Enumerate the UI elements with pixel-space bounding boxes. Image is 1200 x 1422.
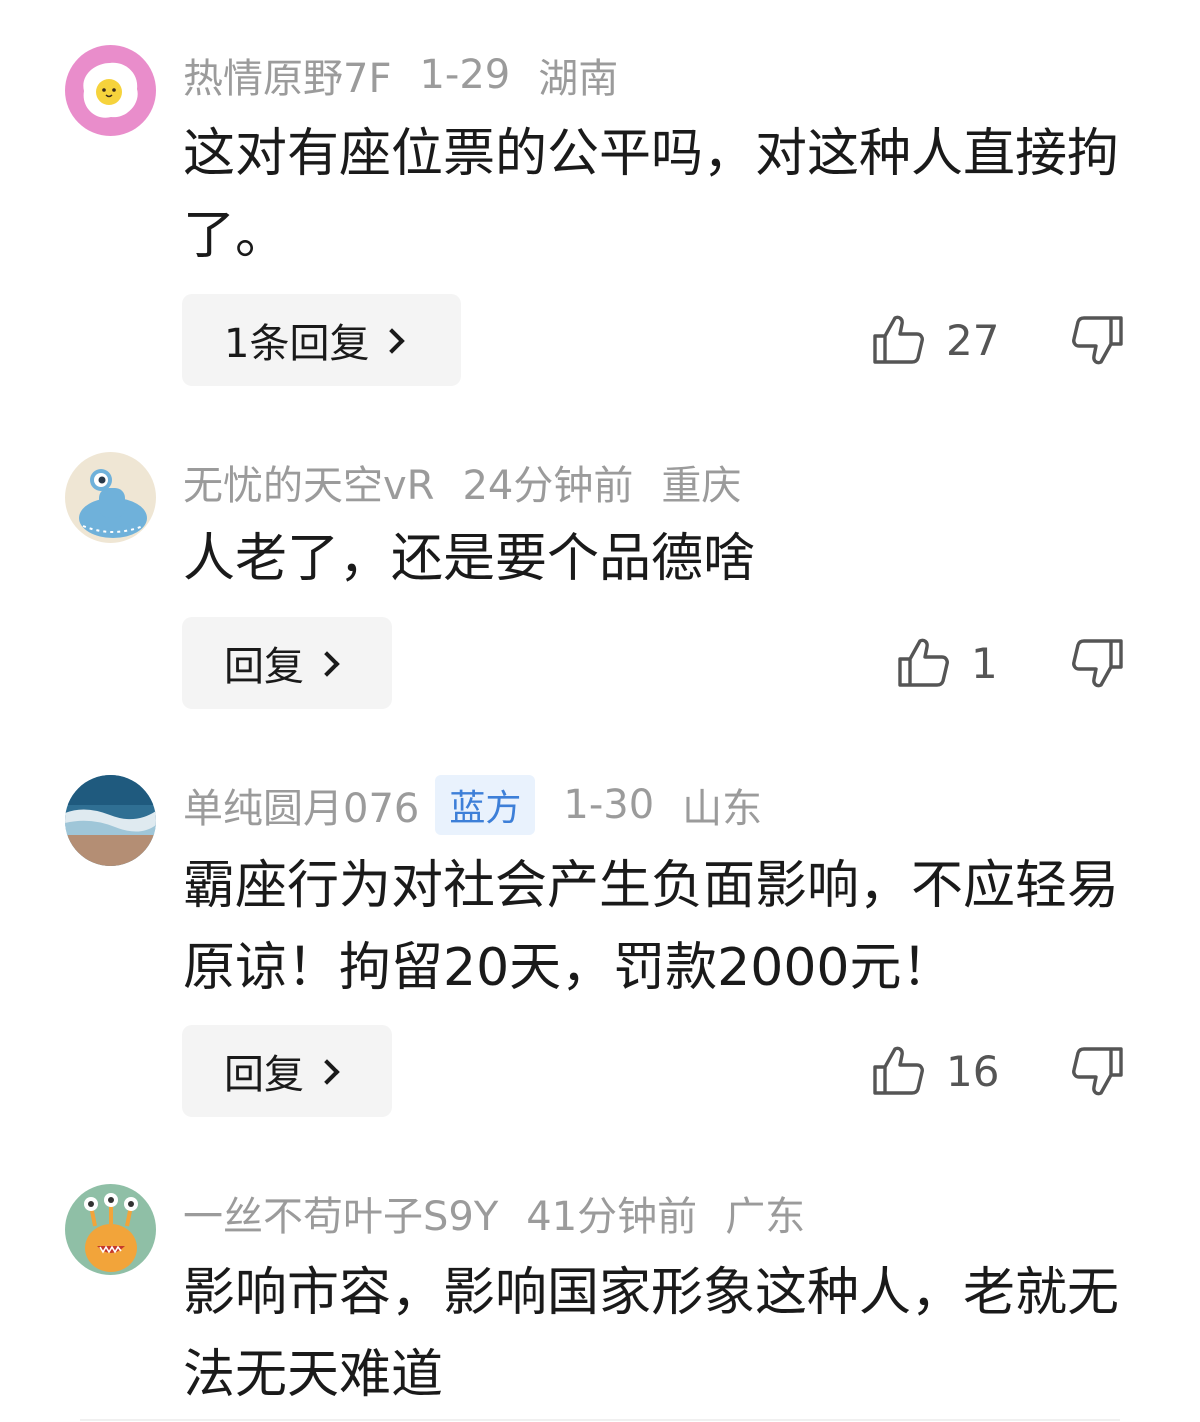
user-avatar[interactable]: [65, 775, 156, 866]
user-avatar[interactable]: [65, 1184, 156, 1275]
like-button[interactable]: 1: [895, 617, 998, 709]
comment-meta: 热情原野7F 1-29 湖南: [183, 45, 618, 105]
comment-text: 霸座行为对社会产生负面影响，不应轻易原谅！拘留20天，罚款2000元！: [183, 856, 1120, 998]
chevron-right-icon: [314, 1059, 340, 1085]
comment-meta: 单纯圆月076 蓝方 1-30 山东: [183, 775, 762, 835]
thumbs-down-icon: [1072, 316, 1123, 365]
comment-meta: 一丝不苟叶子S9Y 41分钟前 广东: [183, 1183, 805, 1243]
comment-meta: 无忧的天空vR 24分钟前 重庆: [183, 452, 741, 512]
comment-date: 24分钟前: [462, 463, 634, 509]
comment-location: 重庆: [661, 463, 742, 509]
thumbs-down-icon: [1072, 639, 1123, 688]
user-avatar[interactable]: [65, 45, 156, 136]
reply-label: 回复: [224, 1052, 304, 1098]
comment-date: 1-29: [419, 52, 511, 98]
username[interactable]: 热情原野7F: [183, 46, 391, 104]
like-count: 27: [946, 315, 1000, 365]
user-badge: 蓝方: [435, 775, 536, 835]
orange-monster-avatar-icon: [65, 1184, 156, 1275]
reply-button[interactable]: 回复: [182, 1025, 392, 1117]
like-button[interactable]: 27: [870, 294, 999, 386]
reply-label: 1条回复: [224, 321, 370, 367]
like-button[interactable]: 16: [870, 1025, 999, 1117]
thumbs-up-icon: [873, 315, 924, 364]
reply-button[interactable]: 1条回复: [182, 294, 461, 386]
thumbs-up-icon: [873, 1046, 924, 1095]
chevron-right-icon: [379, 328, 406, 354]
comment-text: 影响市容，影响国家形象这种人，老就无法无天难道: [183, 1263, 1120, 1405]
username[interactable]: 单纯圆月076: [183, 776, 419, 834]
username[interactable]: 一丝不苟叶子S9Y: [183, 1184, 498, 1242]
comment-date: 1-30: [563, 782, 655, 828]
chevron-right-icon: [314, 651, 340, 677]
reply-button[interactable]: 回复: [182, 617, 392, 709]
user-avatar[interactable]: [65, 452, 156, 543]
divider: [80, 1419, 1120, 1421]
thumbs-down-icon: [1072, 1047, 1123, 1096]
like-count: 1: [971, 638, 998, 688]
comment-location: 广东: [725, 1194, 806, 1240]
beach-wave-avatar-icon: [65, 775, 156, 866]
comment-text: 这对有座位票的公平吗，对这种人直接拘了。: [183, 124, 1120, 266]
reply-label: 回复: [224, 644, 304, 690]
comment-location: 湖南: [538, 56, 619, 102]
comment-date: 41分钟前: [526, 1194, 698, 1240]
dislike-button[interactable]: [1070, 1025, 1126, 1117]
comment-text: 人老了，还是要个品德啥: [183, 529, 756, 589]
dislike-button[interactable]: [1070, 617, 1126, 709]
fried-egg-avatar-icon: [65, 45, 156, 136]
blue-alien-avatar-icon: [65, 452, 156, 543]
like-count: 16: [946, 1046, 1000, 1096]
username[interactable]: 无忧的天空vR: [183, 453, 434, 511]
comment-location: 山东: [682, 786, 763, 832]
dislike-button[interactable]: [1070, 294, 1126, 386]
thumbs-up-icon: [898, 638, 949, 687]
